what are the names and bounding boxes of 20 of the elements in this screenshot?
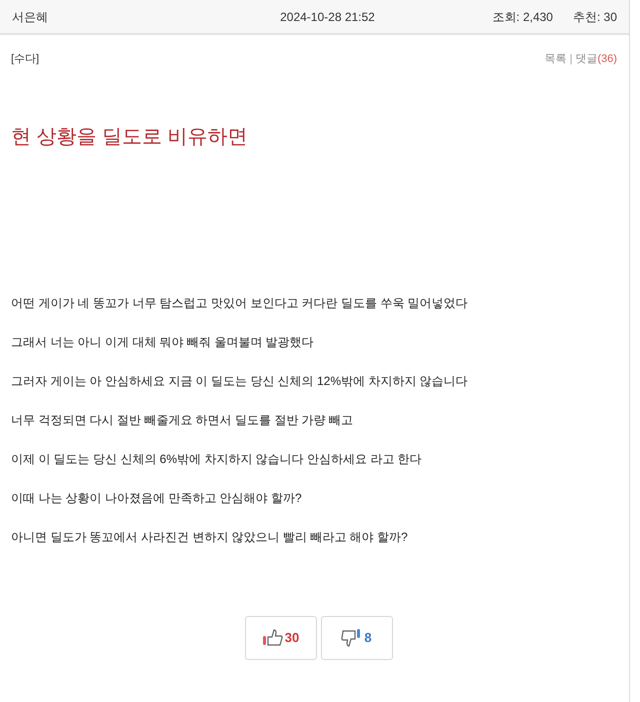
paragraph: 어떤 게이가 네 똥꼬가 너무 탐스럽고 맛있어 보인다고 커다란 딜도를 쑤욱 밀어넣었다 — [11, 294, 469, 312]
paragraph: 너무 걱정되면 다시 절반 빼줄게요 하면서 딜도를 절반 가량 빼고 — [11, 412, 354, 428]
paragraph: 이제 이 딜도는 당신 신체의 6%밖에 차지하지 않습니다 안심하세요 라고 한다 — [11, 450, 423, 468]
thumbs-down-icon — [341, 628, 362, 647]
downvote-button[interactable]: 8 — [320, 616, 392, 660]
comments-link[interactable]: 댓글(36) — [575, 51, 617, 68]
paragraph: 아니면 딜도가 똥꼬에서 사라진건 변하지 않았으니 빨리 빼라고 해야 할까? — [11, 528, 409, 546]
category-label: [수다] — [11, 52, 40, 67]
paragraph: 그러자 게이는 아 안심하세요 지금 이 딜도는 당신 신체의 12%밖에 차지하지 않습니다 — [11, 372, 469, 390]
paragraph: 이때 나는 상황이 나아졌음에 만족하고 안심해야 할까? — [11, 490, 303, 506]
thumbs-up-icon — [262, 628, 283, 647]
recommend-count: 추천: 30 — [572, 8, 617, 26]
author-name: 서은혜 — [12, 8, 49, 26]
upvote-button[interactable]: 30 — [244, 616, 316, 660]
list-link[interactable]: 목록 — [544, 51, 567, 68]
view-count: 조회: 2,430 — [491, 8, 553, 26]
post-date: 2024-10-28 21:52 — [279, 8, 376, 26]
post-title: 현 상황을 딜도로 비유하면 — [10, 124, 249, 150]
separator: | — [570, 52, 572, 67]
paragraph: 그래서 너는 아니 이게 대체 뭐야 빼줘 울며불며 발광했다 — [11, 334, 315, 350]
